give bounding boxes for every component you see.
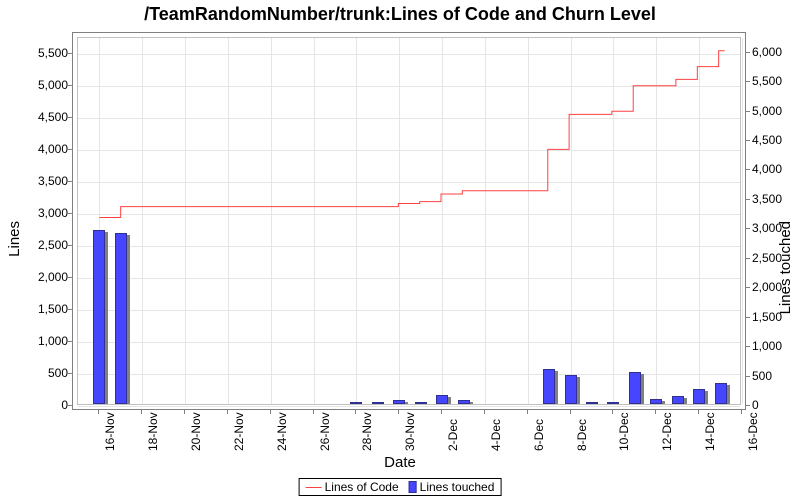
- gridline-h: [78, 406, 740, 407]
- line-swatch-icon: [306, 487, 322, 488]
- tick-mark: [68, 213, 73, 214]
- tick-mark: [745, 228, 750, 229]
- y-tick-right-label: 3,000: [752, 221, 796, 235]
- x-tick-label: 16-Nov: [103, 412, 117, 451]
- tick-mark: [745, 81, 750, 82]
- chart-title: /TeamRandomNumber/trunk:Lines of Code an…: [0, 4, 800, 25]
- y-tick-left-label: 2,500: [24, 238, 68, 252]
- tick-mark: [141, 409, 142, 414]
- x-tick-label: 8-Dec: [575, 419, 589, 451]
- tick-mark: [655, 409, 656, 414]
- x-tick-label: 26-Nov: [318, 412, 332, 451]
- y-tick-right-label: 6,000: [752, 45, 796, 59]
- tick-mark: [98, 409, 99, 414]
- y-axis-left-label: Lines: [6, 221, 23, 257]
- y-tick-left-label: 0: [24, 398, 68, 412]
- y-tick-left-label: 5,000: [24, 78, 68, 92]
- tick-mark: [612, 409, 613, 414]
- tick-mark: [184, 409, 185, 414]
- tick-mark: [68, 53, 73, 54]
- tick-mark: [745, 405, 750, 406]
- tick-mark: [270, 409, 271, 414]
- y-tick-right-label: 500: [752, 369, 796, 383]
- x-tick-label: 6-Dec: [532, 419, 546, 451]
- y-tick-right-label: 1,500: [752, 310, 796, 324]
- y-tick-left-label: 1,000: [24, 334, 68, 348]
- y-tick-left-label: 3,500: [24, 174, 68, 188]
- tick-mark: [355, 409, 356, 414]
- x-tick-label: 30-Nov: [403, 412, 417, 451]
- y-tick-right-label: 1,000: [752, 339, 796, 353]
- y-tick-right-label: 5,500: [752, 74, 796, 88]
- y-tick-right-label: 2,000: [752, 280, 796, 294]
- tick-mark: [745, 199, 750, 200]
- tick-mark: [68, 373, 73, 374]
- legend-item-lines-touched: Lines touched: [409, 480, 495, 494]
- x-tick-label: 22-Nov: [232, 412, 246, 451]
- legend-label: Lines of Code: [325, 480, 399, 494]
- tick-mark: [227, 409, 228, 414]
- y-tick-left-label: 5,500: [24, 46, 68, 60]
- tick-mark: [68, 117, 73, 118]
- x-tick-label: 20-Nov: [189, 412, 203, 451]
- y-tick-right-label: 0: [752, 398, 796, 412]
- y-tick-left-label: 2,000: [24, 270, 68, 284]
- lines-of-code-path: [78, 38, 740, 404]
- x-tick-label: 2-Dec: [446, 419, 460, 451]
- tick-mark: [745, 287, 750, 288]
- tick-mark: [441, 409, 442, 414]
- legend-label: Lines touched: [420, 480, 495, 494]
- tick-mark: [68, 341, 73, 342]
- tick-mark: [68, 309, 73, 310]
- y-tick-right-label: 4,000: [752, 162, 796, 176]
- x-tick-label: 14-Dec: [703, 412, 717, 451]
- y-tick-right-label: 4,500: [752, 133, 796, 147]
- tick-mark: [745, 140, 750, 141]
- x-axis-label: Date: [0, 454, 800, 471]
- tick-mark: [745, 376, 750, 377]
- tick-mark: [745, 317, 750, 318]
- x-tick-label: 16-Dec: [746, 412, 760, 451]
- tick-mark: [745, 169, 750, 170]
- y-tick-right-label: 3,500: [752, 192, 796, 206]
- legend: Lines of Code Lines touched: [299, 478, 502, 496]
- tick-mark: [68, 405, 73, 406]
- chart-container: /TeamRandomNumber/trunk:Lines of Code an…: [0, 0, 800, 500]
- tick-mark: [68, 181, 73, 182]
- x-tick-label: 28-Nov: [360, 412, 374, 451]
- y-tick-left-label: 1,500: [24, 302, 68, 316]
- tick-mark: [484, 409, 485, 414]
- x-tick-label: 10-Dec: [617, 412, 631, 451]
- tick-mark: [745, 111, 750, 112]
- tick-mark: [698, 409, 699, 414]
- y-tick-left-label: 3,000: [24, 206, 68, 220]
- y-tick-left-label: 500: [24, 366, 68, 380]
- y-tick-left-label: 4,000: [24, 142, 68, 156]
- x-tick-label: 18-Nov: [146, 412, 160, 451]
- y-tick-right-label: 2,500: [752, 251, 796, 265]
- tick-mark: [745, 258, 750, 259]
- x-tick-label: 12-Dec: [660, 412, 674, 451]
- tick-mark: [68, 85, 73, 86]
- tick-mark: [741, 409, 742, 414]
- tick-mark: [745, 52, 750, 53]
- tick-mark: [398, 409, 399, 414]
- x-tick-label: 4-Dec: [489, 419, 503, 451]
- tick-mark: [313, 409, 314, 414]
- tick-mark: [68, 277, 73, 278]
- legend-item-lines-of-code: Lines of Code: [306, 480, 399, 494]
- y-tick-right-label: 5,000: [752, 104, 796, 118]
- plot-inner: [77, 37, 741, 405]
- y-tick-left-label: 4,500: [24, 110, 68, 124]
- plot-area: [72, 32, 746, 410]
- tick-mark: [68, 245, 73, 246]
- tick-mark: [570, 409, 571, 414]
- tick-mark: [527, 409, 528, 414]
- x-tick-label: 24-Nov: [275, 412, 289, 451]
- tick-mark: [68, 149, 73, 150]
- gridline-v: [742, 38, 743, 404]
- bar-swatch-icon: [409, 481, 417, 493]
- tick-mark: [745, 346, 750, 347]
